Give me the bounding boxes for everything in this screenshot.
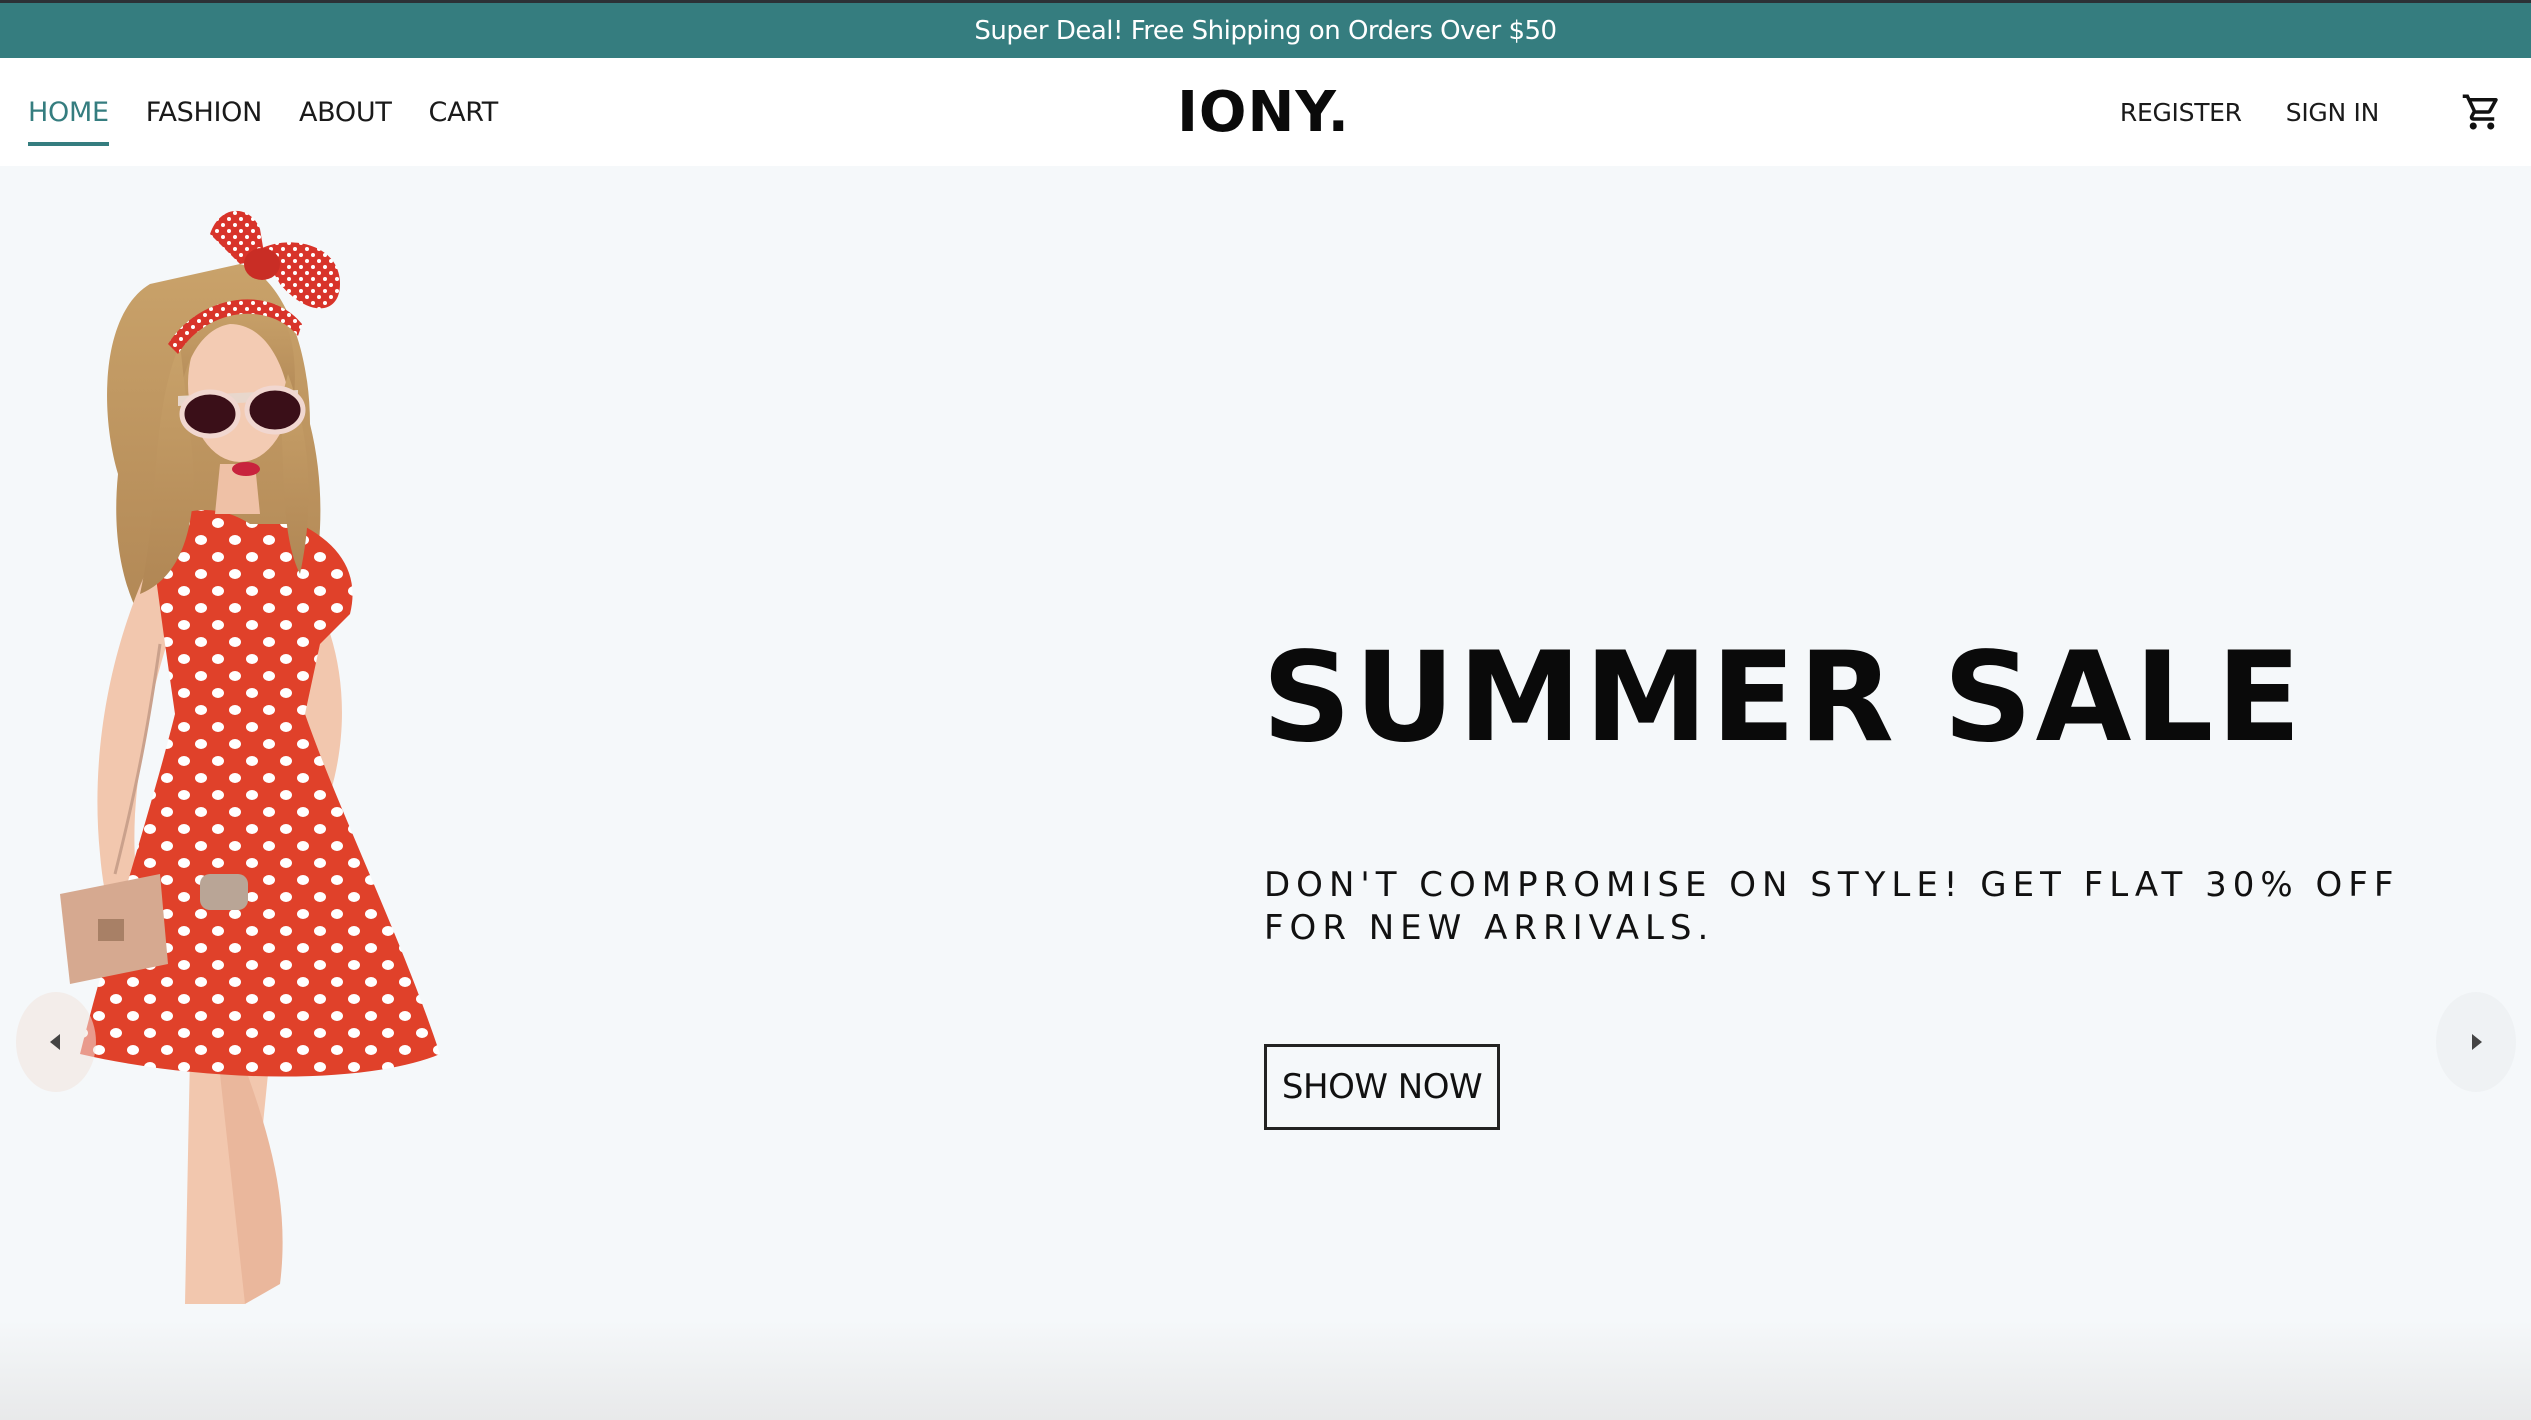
prev-slide-button[interactable] xyxy=(16,992,96,1092)
nav-home[interactable]: HOME xyxy=(28,91,109,146)
shopping-cart-icon[interactable] xyxy=(2461,91,2503,133)
register-link[interactable]: REGISTER xyxy=(2120,92,2242,133)
site-logo[interactable]: IONY. xyxy=(1177,80,1350,145)
hero-title: SUMMER SALE xyxy=(1262,626,2305,770)
navbar: HOME FASHION ABOUT CART IONY. REGISTER S… xyxy=(0,58,2531,166)
nav-fashion[interactable]: FASHION xyxy=(146,91,263,134)
caret-right-icon xyxy=(2472,1034,2482,1050)
nav-left: HOME FASHION ABOUT CART xyxy=(28,58,498,166)
hero-subtitle: DON'T COMPROMISE ON STYLE! GET FLAT 30% … xyxy=(1264,865,2400,948)
sign-in-link[interactable]: SIGN IN xyxy=(2286,92,2380,133)
announcement-text: Super Deal! Free Shipping on Orders Over… xyxy=(974,15,1557,46)
hero-slider: SUMMER SALE DON'T COMPROMISE ON STYLE! G… xyxy=(0,166,2531,1420)
announcement-bar: Super Deal! Free Shipping on Orders Over… xyxy=(0,0,2531,58)
next-slide-button[interactable] xyxy=(2436,992,2516,1092)
nav-right: REGISTER SIGN IN xyxy=(2120,58,2503,166)
caret-left-icon xyxy=(50,1034,60,1050)
nav-about[interactable]: ABOUT xyxy=(299,91,392,134)
show-now-button[interactable]: SHOW NOW xyxy=(1264,1044,1500,1130)
nav-cart[interactable]: CART xyxy=(429,91,499,134)
model-image xyxy=(60,210,440,1304)
